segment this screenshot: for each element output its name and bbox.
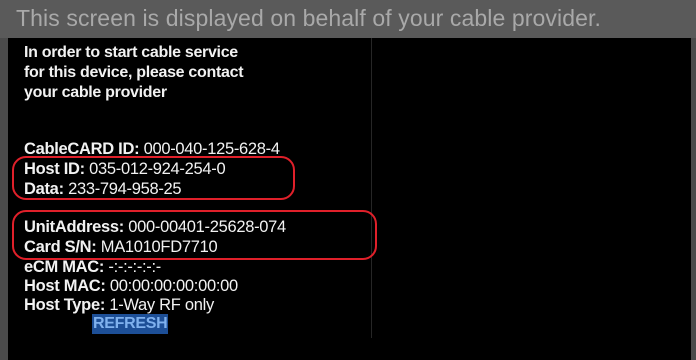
instruction-line-1: In order to start cable service <box>24 44 238 61</box>
banner-text: This screen is displayed on behalf of yo… <box>16 5 601 31</box>
ecm-mac-label: eCM MAC: <box>24 258 105 276</box>
host-mac-label: Host MAC: <box>24 277 106 295</box>
unit-address-card-sn-highlight <box>12 210 377 260</box>
host-mac-row: Host MAC: 00:00:00:00:00:00 <box>24 276 238 296</box>
host-type-value: 1-Way RF only <box>109 296 214 314</box>
instruction-message: In order to start cable service for this… <box>24 43 244 103</box>
ecm-mac-row: eCM MAC: -:-:-:-:-:- <box>24 257 161 277</box>
refresh-button[interactable]: REFRESH <box>92 314 169 334</box>
host-mac-value: 00:00:00:00:00:00 <box>109 277 238 295</box>
ecm-mac-value: -:-:-:-:-:- <box>108 258 161 276</box>
host-id-data-highlight <box>12 156 295 200</box>
instruction-line-2: for this device, please contact <box>24 64 244 81</box>
instruction-line-3: your cable provider <box>24 84 167 101</box>
host-type-row: Host Type: 1-Way RF only <box>24 295 214 315</box>
host-type-label: Host Type: <box>24 296 106 314</box>
provider-banner: This screen is displayed on behalf of yo… <box>0 0 696 38</box>
